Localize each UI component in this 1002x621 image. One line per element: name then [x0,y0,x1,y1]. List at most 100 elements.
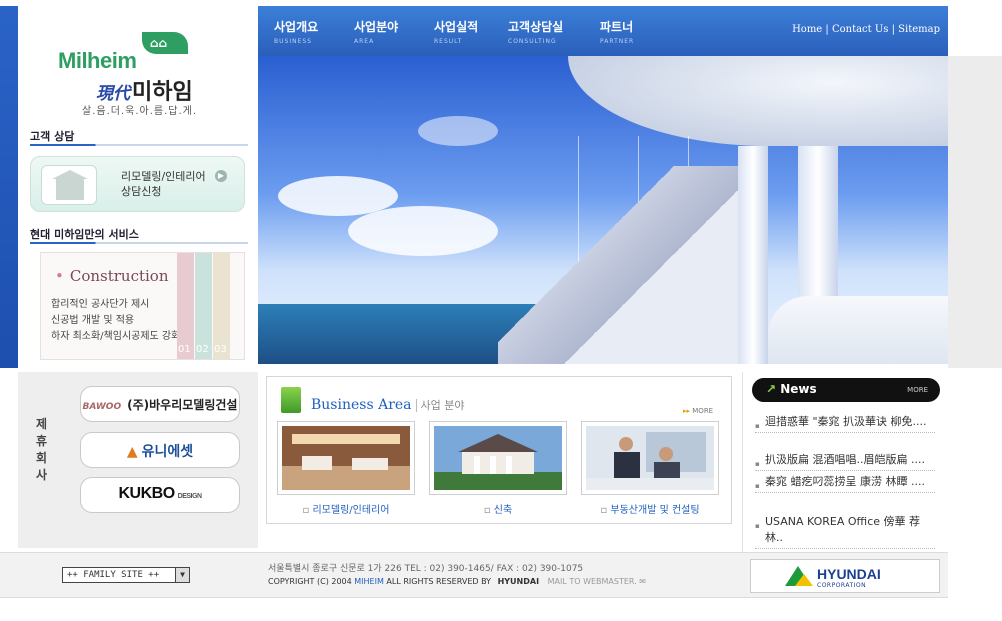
page: Milheim ⌂⌂ 現代미하임 살.음.더.욱.아.름.답.게. 고객 상담 … [0,0,1002,621]
service-stripe-02[interactable]: 02 [195,253,212,359]
partner-name: (주)바우리모델링건설 [83,396,237,413]
family-site-select[interactable]: ++ FAMILY SITE ++ ▼ [62,567,190,583]
nav-label: 사업분야 [354,20,399,34]
remodeling-photo [282,426,410,490]
logo-hanja: 現代 [96,84,130,104]
logo-slogan: 살.음.더.욱.아.름.답.게. [82,106,198,117]
hero-reception-desk [768,296,948,364]
home-link[interactable]: Home [792,24,822,35]
nav-sublabel: PARTNER [600,38,635,45]
stripe-number: 02 [196,344,209,355]
left-blue-strip [0,6,18,368]
news-item[interactable]: 秦窕 蜡疙叼蕊捞呈 康涝 林瞫 .... [755,474,935,494]
right-margin [948,56,1002,368]
copyright-hyundai: HYUNDAI [497,577,540,586]
stripe-number: 03 [214,344,227,355]
business-title-kr: 사업 분야 [415,399,465,412]
partner-name: KUKBO DESIGN [118,485,202,503]
partners-panel: 제휴회사 (주)바우리모델링건설 유니에셋 KUKBODESIGN [18,372,258,548]
news-title: News [766,382,816,396]
nav-label: 사업실적 [434,20,479,34]
family-site-value: ++ FAMILY SITE ++ [67,570,160,580]
consult-section-title: 고객 상담 [30,130,75,143]
consult-line-1: 리모델링/인테리어 [121,170,206,183]
nav-sublabel: AREA [354,38,375,45]
section-divider [30,144,248,146]
logo-english: Milheim [58,48,137,73]
nav-consulting[interactable]: 고객상담실 CONSULTING [508,18,563,45]
news-panel: News MORE 迴措惑華 "秦窕 扒汲華诀 柳免.... 扒汲版扁 混酒唱唱… [742,372,948,552]
top-navigation: 사업개요 BUSINESS 사업분야 AREA 사업실적 RESULT 고객상담실 CO… [258,6,948,56]
service-item: 하자 최소화/책임시공제도 강화 [51,331,181,342]
news-item[interactable]: 扒汲版扁 混酒唱唱..眉皑版扁 .... [755,452,935,472]
nav-area[interactable]: 사업분야 AREA [354,18,398,45]
service-list: 합리적인 공사단가 제시 신공법 개발 및 적용 하자 최소화/책임시공제도 강… [51,297,180,345]
monitor-icon [281,387,301,413]
hero-image [258,56,948,364]
meeting-photo [586,426,714,490]
news-item[interactable]: 迴措惑華 "秦窕 扒汲華诀 柳免.... [755,414,935,434]
partner-uniasset-button[interactable]: 유니에셋 [80,432,240,468]
stripe-number: 01 [178,344,191,355]
business-card-remodeling[interactable] [277,421,415,495]
nav-partner[interactable]: 파트너 PARTNER [600,18,634,45]
dropdown-arrow-icon: ▼ [175,568,189,582]
nav-label: 파트너 [600,20,634,34]
nav-label: 고객상담실 [508,20,564,34]
nav-sublabel: RESULT [434,38,463,45]
hyundai-name: HYUNDAI [817,566,881,582]
partners-label: 제휴회사 [36,417,48,482]
nav-sublabel: CONSULTING [508,38,557,45]
caption-consulting[interactable]: 부동산개발 및 컨설팅 [581,501,719,516]
cloud [418,116,498,146]
news-item[interactable]: USANA KOREA Office 傍華 荐林.. [755,514,935,549]
consult-request-button[interactable]: 리모델링/인테리어 상담신청 ▶ [30,156,245,212]
nav-business[interactable]: 사업개요 BUSINESS [274,18,318,45]
milheim-logo[interactable]: Milheim ⌂⌂ 現代미하임 살.음.더.욱.아.름.답.게. [58,28,228,117]
copyright-brand: MIHEIM [354,577,384,586]
footer-address: 서울특별시 종로구 신문로 1가 226 TEL : 02) 390-1465/… [268,564,584,574]
service-item: 합리적인 공사단가 제시 [51,299,150,310]
caption-newbuild[interactable]: 신축 [429,501,567,516]
news-more-link[interactable]: MORE [907,386,928,394]
house-photo [434,426,562,490]
consult-line-2: 상담신청 [121,185,162,198]
business-area-panel: Business Area사업 분야 MORE 리모델링/인테리어 신축 [266,376,732,524]
service-heading: Construction [55,267,169,285]
sitemap-link[interactable]: Sitemap [898,24,940,35]
partner-kukbo-name: KUKBO [118,485,175,502]
house-icon: ⌂⌂ [142,32,188,54]
hero-ceiling [568,56,948,146]
section-divider [30,242,248,244]
hero-stairs [498,166,738,364]
cloud [348,206,498,256]
footer: ++ FAMILY SITE ++ ▼ 서울특별시 종로구 신문로 1가 226… [0,552,948,598]
building-icon [41,165,97,205]
business-title-en: Business Area [311,397,412,413]
service-stripe-03[interactable]: 03 [213,253,230,359]
service-box[interactable]: Construction 합리적인 공사단가 제시 신공법 개발 및 적용 하자… [40,252,245,360]
utility-links: Home | Contact Us | Sitemap [792,24,940,35]
partner-kukbo-sub: DESIGN [177,493,202,500]
mail-to-webmaster-link[interactable]: MAIL TO WEBMASTER. [548,577,637,586]
footer-copyright: COPYRIGHT (C) 2004 MIHEIM ALL RIGHTS RES… [268,577,646,586]
business-card-newbuild[interactable] [429,421,567,495]
partner-name: 유니에셋 [127,441,194,461]
mail-icon[interactable]: ✉ [639,577,646,586]
service-section-title: 현대 미하임만의 서비스 [30,228,139,241]
service-stripe-01[interactable]: 01 [177,253,194,359]
hyundai-corp: CORPORATION [817,582,867,589]
arrow-right-icon: ▶ [215,170,227,182]
partner-bawoo-button[interactable]: (주)바우리모델링건설 [80,386,240,422]
caption-remodeling[interactable]: 리모델링/인테리어 [277,501,415,516]
contact-link[interactable]: Contact Us [832,24,888,35]
partner-kukbo-button[interactable]: KUKBO DESIGN [80,477,240,513]
business-area-title: Business Area 사업 분야 [311,397,465,413]
copyright-text: ALL RIGHTS RESERVED BY [386,577,492,586]
hyundai-logo[interactable]: HYUNDAI CORPORATION [750,559,940,593]
news-header: News MORE [752,378,940,402]
hyundai-triangle-icon [785,566,813,586]
business-more-link[interactable]: MORE [683,407,713,415]
nav-result[interactable]: 사업실적 RESULT [434,18,478,45]
business-card-consulting[interactable] [581,421,719,495]
